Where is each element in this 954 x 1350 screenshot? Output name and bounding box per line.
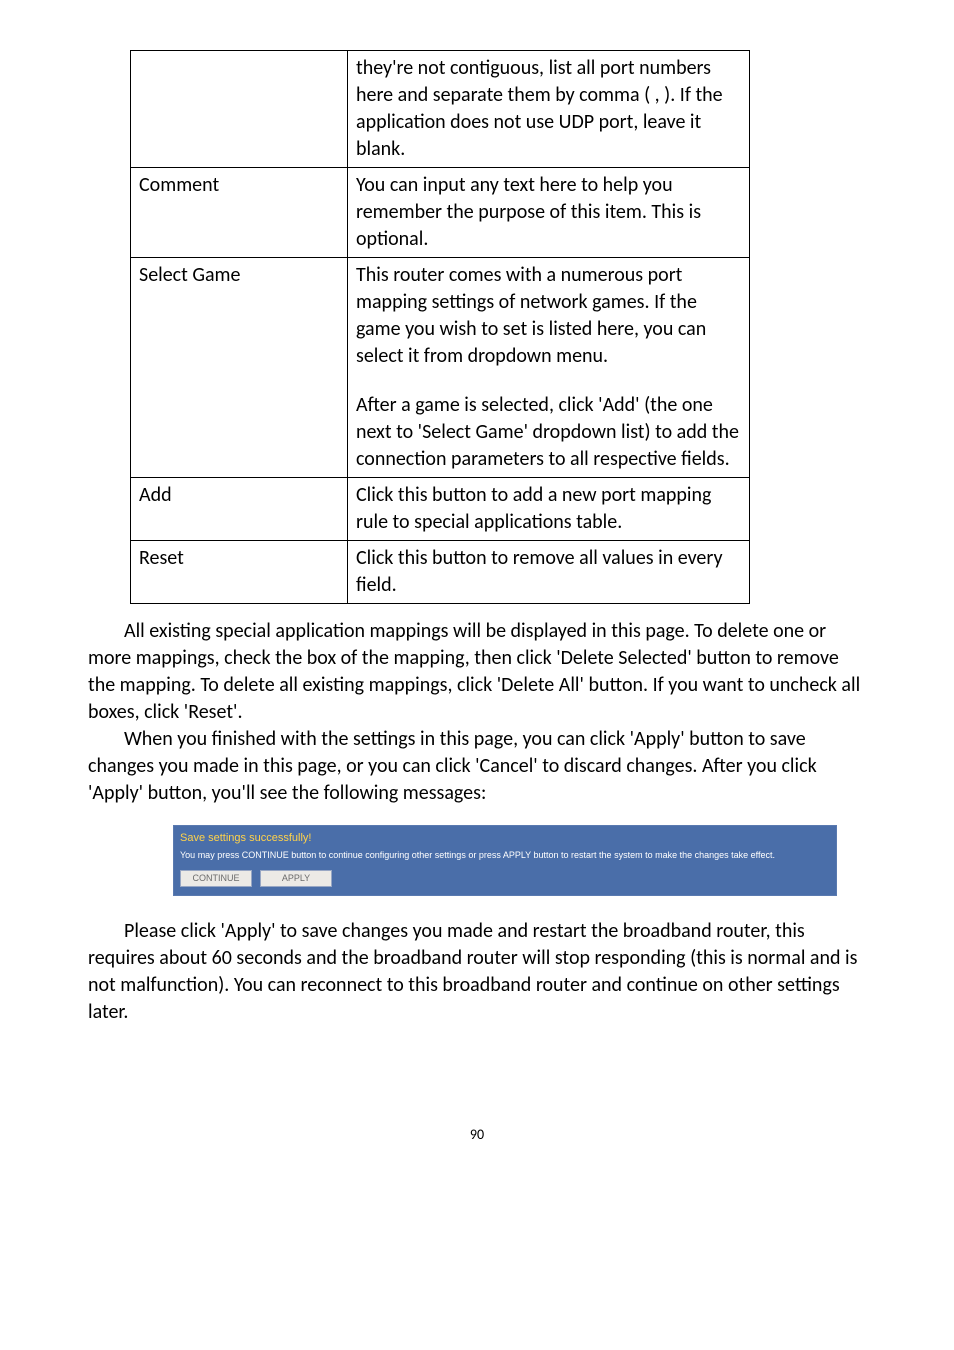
save-settings-banner: Save settings successfully! You may pres… bbox=[173, 825, 837, 896]
table-cell-label: Select Game bbox=[131, 258, 348, 478]
table-row: they're not contiguous, list all port nu… bbox=[131, 51, 750, 168]
table-cell-description: Click this button to remove all values i… bbox=[348, 541, 750, 604]
table-cell-label: Comment bbox=[131, 168, 348, 258]
continue-button[interactable]: CONTINUE bbox=[180, 870, 252, 887]
banner-message: You may press CONTINUE button to continu… bbox=[180, 850, 830, 862]
settings-table: they're not contiguous, list all port nu… bbox=[130, 50, 750, 604]
table-row: ResetClick this button to remove all val… bbox=[131, 541, 750, 604]
table-cell-label: Reset bbox=[131, 541, 348, 604]
table-cell-label: Add bbox=[131, 478, 348, 541]
banner-title: Save settings successfully! bbox=[180, 832, 830, 844]
paragraph-1: All existing special application mapping… bbox=[88, 618, 866, 726]
table-cell-description: You can input any text here to help you … bbox=[348, 168, 750, 258]
paragraph-2: When you finished with the settings in t… bbox=[88, 726, 866, 807]
table-cell-description: This router comes with a numerous port m… bbox=[348, 258, 750, 478]
table-row: Select GameThis router comes with a nume… bbox=[131, 258, 750, 478]
table-cell-description: Click this button to add a new port mapp… bbox=[348, 478, 750, 541]
apply-button[interactable]: APPLY bbox=[260, 870, 332, 887]
table-row: CommentYou can input any text here to he… bbox=[131, 168, 750, 258]
paragraph-3: Please click 'Apply' to save changes you… bbox=[88, 918, 866, 1026]
table-cell-description: they're not contiguous, list all port nu… bbox=[348, 51, 750, 168]
table-cell-label bbox=[131, 51, 348, 168]
table-row: AddClick this button to add a new port m… bbox=[131, 478, 750, 541]
page-number: 90 bbox=[88, 1126, 866, 1143]
